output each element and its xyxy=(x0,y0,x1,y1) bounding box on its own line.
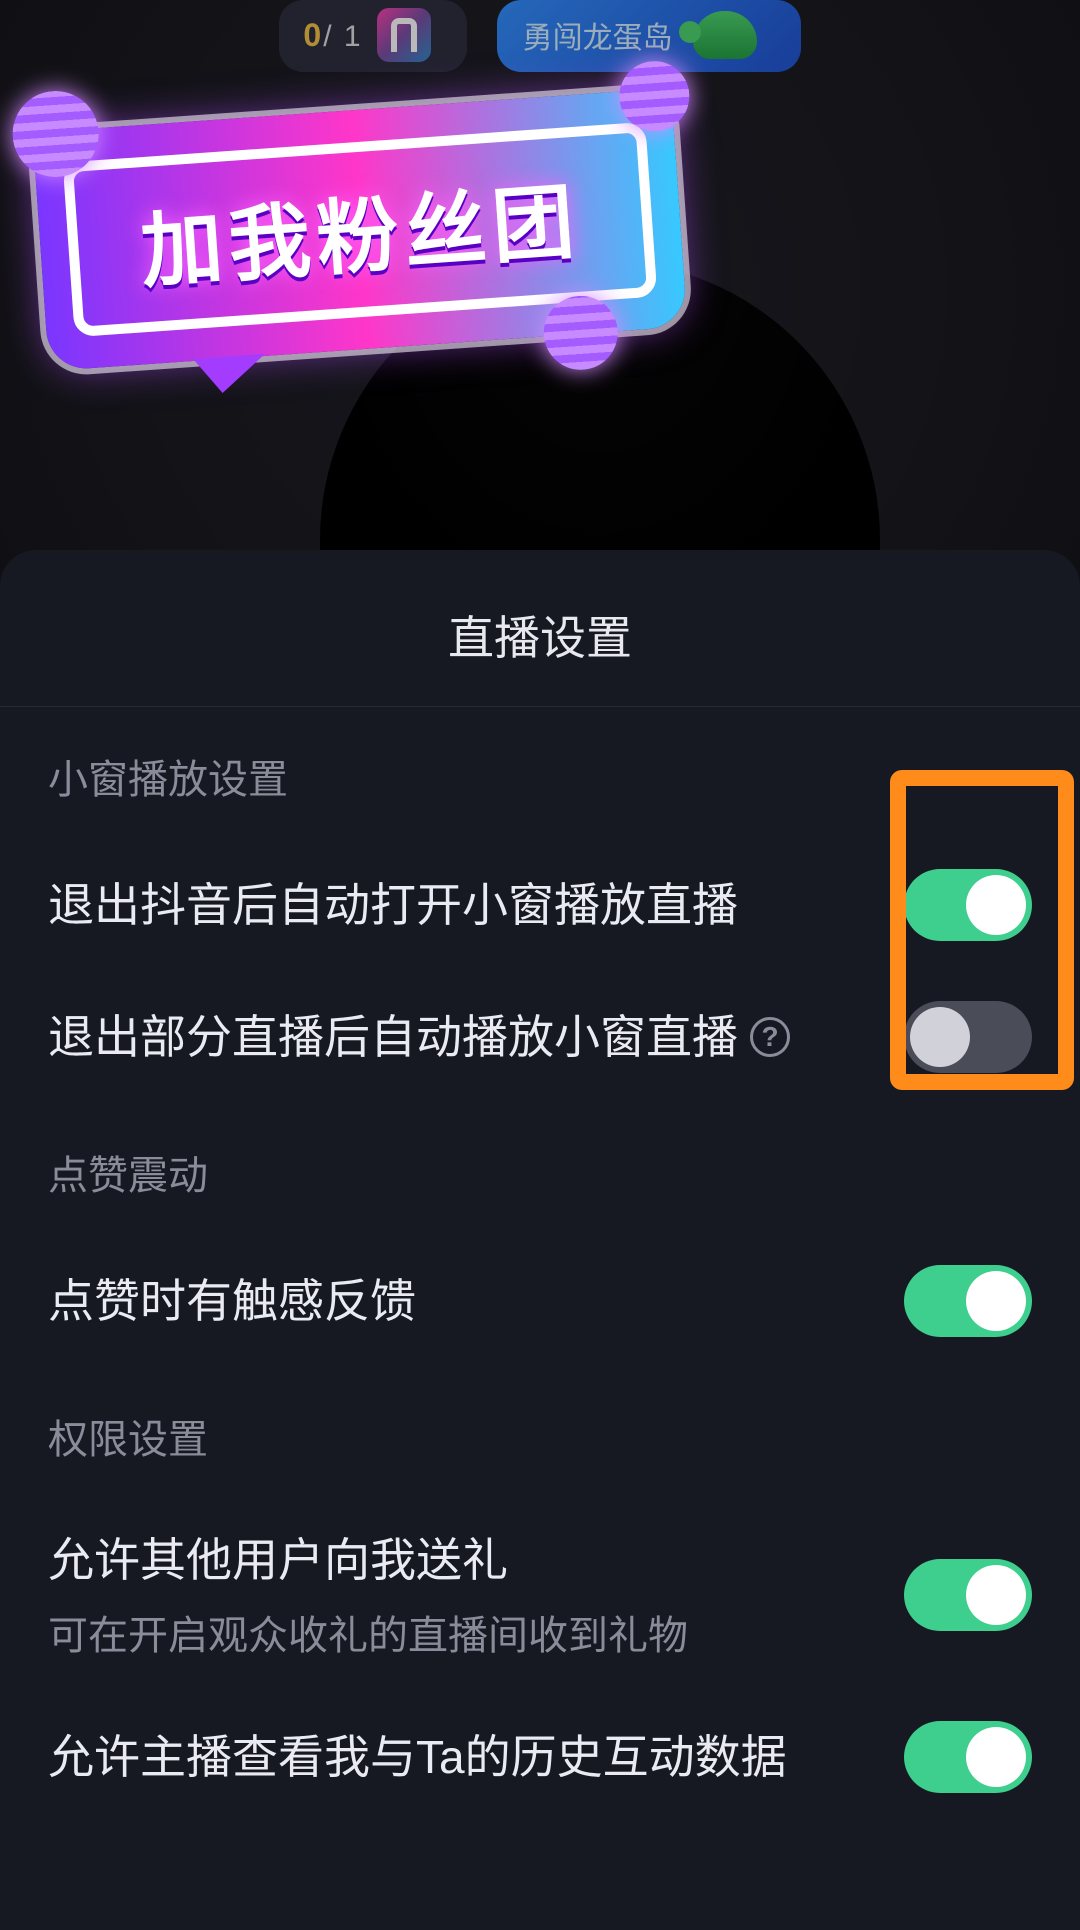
row-like-haptic: 点赞时有触感反馈 xyxy=(48,1235,1032,1367)
counter-den: / 1 xyxy=(323,20,362,53)
row-label: 允许其他用户向我送礼 xyxy=(48,1529,874,1591)
row-exit-room-pip: 退出部分直播后自动播放小窗直播 ? xyxy=(48,971,1032,1103)
toggle-like-haptic[interactable] xyxy=(904,1265,1032,1337)
section-pip: 小窗播放设置 退出抖音后自动打开小窗播放直播 退出部分直播后自动播放小窗直播 ? xyxy=(0,707,1080,1103)
row-label: 点赞时有触感反馈 xyxy=(48,1270,874,1332)
row-allow-gifts: 允许其他用户向我送礼 可在开启观众收礼的直播间收到礼物 xyxy=(48,1499,1032,1691)
section-header-haptic: 点赞震动 xyxy=(48,1143,1032,1201)
row-label: 允许主播查看我与Ta的历史互动数据 xyxy=(48,1726,874,1788)
row-exit-app-pip: 退出抖音后自动打开小窗播放直播 xyxy=(48,839,1032,971)
toggle-allow-gifts[interactable] xyxy=(904,1559,1032,1631)
section-haptic: 点赞震动 点赞时有触感反馈 xyxy=(0,1103,1080,1367)
sheet-title: 直播设置 xyxy=(0,580,1080,707)
section-header-pip: 小窗播放设置 xyxy=(48,747,1032,805)
turtle-icon xyxy=(693,11,757,59)
help-icon[interactable]: ? xyxy=(750,1017,790,1057)
toggle-allow-history-view[interactable] xyxy=(904,1721,1032,1793)
row-sublabel: 可在开启观众收礼的直播间收到礼物 xyxy=(48,1603,874,1661)
counter-pill[interactable]: 0/ 1 xyxy=(279,0,466,72)
row-allow-history-view: 允许主播查看我与Ta的历史互动数据 xyxy=(48,1691,1032,1823)
toggle-exit-app-pip[interactable] xyxy=(904,869,1032,941)
hud-top-bar: 0/ 1 勇闯龙蛋岛 xyxy=(0,0,1080,72)
row-label: 退出抖音后自动打开小窗播放直播 xyxy=(48,874,874,936)
section-permission: 权限设置 允许其他用户向我送礼 可在开启观众收礼的直播间收到礼物 允许主播查看我… xyxy=(0,1367,1080,1823)
row-label: 退出部分直播后自动播放小窗直播 ? xyxy=(48,1006,874,1068)
section-header-permission: 权限设置 xyxy=(48,1407,1032,1465)
fanclub-banner-text: 加我粉丝团 xyxy=(108,153,611,306)
fanclub-banner[interactable]: 加我粉丝团 xyxy=(32,88,687,371)
music-icon xyxy=(377,8,431,62)
live-settings-sheet: 直播设置 小窗播放设置 退出抖音后自动打开小窗播放直播 退出部分直播后自动播放小… xyxy=(0,550,1080,1930)
game-name: 勇闯龙蛋岛 xyxy=(523,13,673,57)
toggle-exit-room-pip[interactable] xyxy=(904,1001,1032,1073)
counter-num: 0 xyxy=(303,17,323,53)
